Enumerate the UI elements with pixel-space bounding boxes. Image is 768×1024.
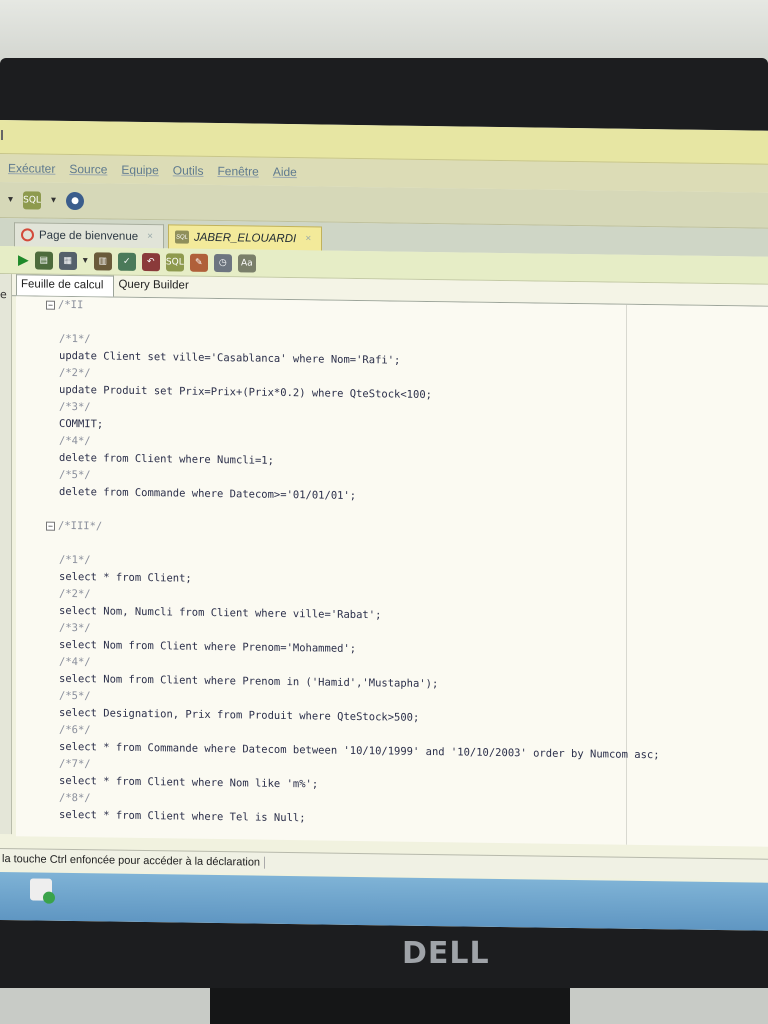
clock-icon[interactable]: ◷ <box>213 253 232 272</box>
left-panel-edge: e <box>0 274 12 835</box>
sql-editor[interactable]: −/*II/*1*/update Client set ville='Casab… <box>16 296 768 847</box>
run-script-icon[interactable]: ▤ <box>34 250 53 270</box>
explain-plan-icon[interactable]: ▦ <box>58 251 77 270</box>
rollback-icon[interactable]: ↶ <box>141 252 160 271</box>
code-text: /*5*/ <box>59 468 91 482</box>
menu-item-aide[interactable]: Aide <box>273 165 297 179</box>
tab-jaber-elouardi[interactable]: SQL JABER_ELOUARDI × <box>167 224 323 251</box>
code-text: COMMIT; <box>59 417 104 431</box>
code-text: /*2*/ <box>59 587 91 601</box>
close-icon[interactable]: × <box>147 231 153 242</box>
code-text: /*7*/ <box>59 757 91 771</box>
panel-fragment-text: e <box>0 288 7 302</box>
code-text: select * from Client; <box>59 570 192 585</box>
menu-item-source[interactable]: Source <box>69 162 107 177</box>
code-text: /*2*/ <box>59 366 91 380</box>
code-text: /*6*/ <box>59 723 91 737</box>
sql-worksheet-icon: SQL <box>174 230 189 244</box>
dell-logo: DELL <box>402 936 490 971</box>
tab-label: JABER_ELOUARDI <box>193 231 297 245</box>
code-text: /*III*/ <box>58 519 103 533</box>
code-text: /*3*/ <box>59 400 91 414</box>
code-text: /*5*/ <box>59 689 91 703</box>
run-statement-icon[interactable]: ▶ <box>18 252 29 268</box>
code-text: delete from Client where Numcli=1; <box>59 451 274 467</box>
tab-label: Page de bienvenue <box>39 229 139 243</box>
code-text: /*1*/ <box>59 332 91 346</box>
code-text: /*4*/ <box>59 434 91 448</box>
chevron-down-icon[interactable]: ▾ <box>83 255 88 266</box>
fold-toggle-icon[interactable]: − <box>46 521 55 531</box>
menu-item-fenetre[interactable]: Fenêtre <box>217 164 258 179</box>
chevron-down-icon[interactable]: ▾ <box>51 195 56 206</box>
commit-icon[interactable]: ✓ <box>117 252 136 271</box>
code-text: /*8*/ <box>59 791 91 805</box>
sql-developer-taskbar-icon[interactable] <box>30 878 52 901</box>
oracle-icon <box>21 228 34 242</box>
eraser-icon[interactable]: ✎ <box>189 253 208 272</box>
autotrace-icon[interactable]: ▥ <box>93 251 112 271</box>
menu-item-outils[interactable]: Outils <box>173 163 204 177</box>
fold-toggle-icon[interactable]: − <box>46 300 55 310</box>
window-edge-mark <box>1 130 3 141</box>
tab-welcome-page[interactable]: Page de bienvenue × <box>14 222 164 249</box>
sql-connection-icon[interactable]: SQL <box>23 190 42 210</box>
close-icon[interactable]: × <box>305 233 311 244</box>
menu-item-equipe[interactable]: Equipe <box>121 163 158 178</box>
tab-worksheet[interactable]: Feuille de calcul <box>16 274 115 297</box>
code-text: /*II <box>58 298 84 312</box>
code-text: select * from Client where Tel is Null; <box>59 808 306 825</box>
code-text: select * from Client where Nom like 'm%'… <box>59 774 319 791</box>
tab-query-builder[interactable]: Query Builder <box>114 276 198 298</box>
status-text: la touche Ctrl enfoncée pour accéder à l… <box>2 853 266 869</box>
code-text: /*1*/ <box>59 553 91 567</box>
chevron-down-icon[interactable]: ▾ <box>8 194 13 205</box>
menu-item-executer[interactable]: Exécuter <box>8 161 55 176</box>
globe-icon[interactable]: ● <box>66 191 85 210</box>
text-case-icon[interactable]: Aa <box>237 253 256 273</box>
monitor-screen: Exécuter Source Equipe Outils Fenêtre Ai… <box>0 120 768 931</box>
sql-history-icon[interactable]: SQL <box>165 252 184 272</box>
code-text: /*3*/ <box>59 621 91 635</box>
code-text: /*4*/ <box>59 655 91 669</box>
code-area[interactable]: −/*II/*1*/update Client set ville='Casab… <box>46 297 660 833</box>
wall-background <box>0 0 768 62</box>
monitor-stand <box>210 988 570 1024</box>
